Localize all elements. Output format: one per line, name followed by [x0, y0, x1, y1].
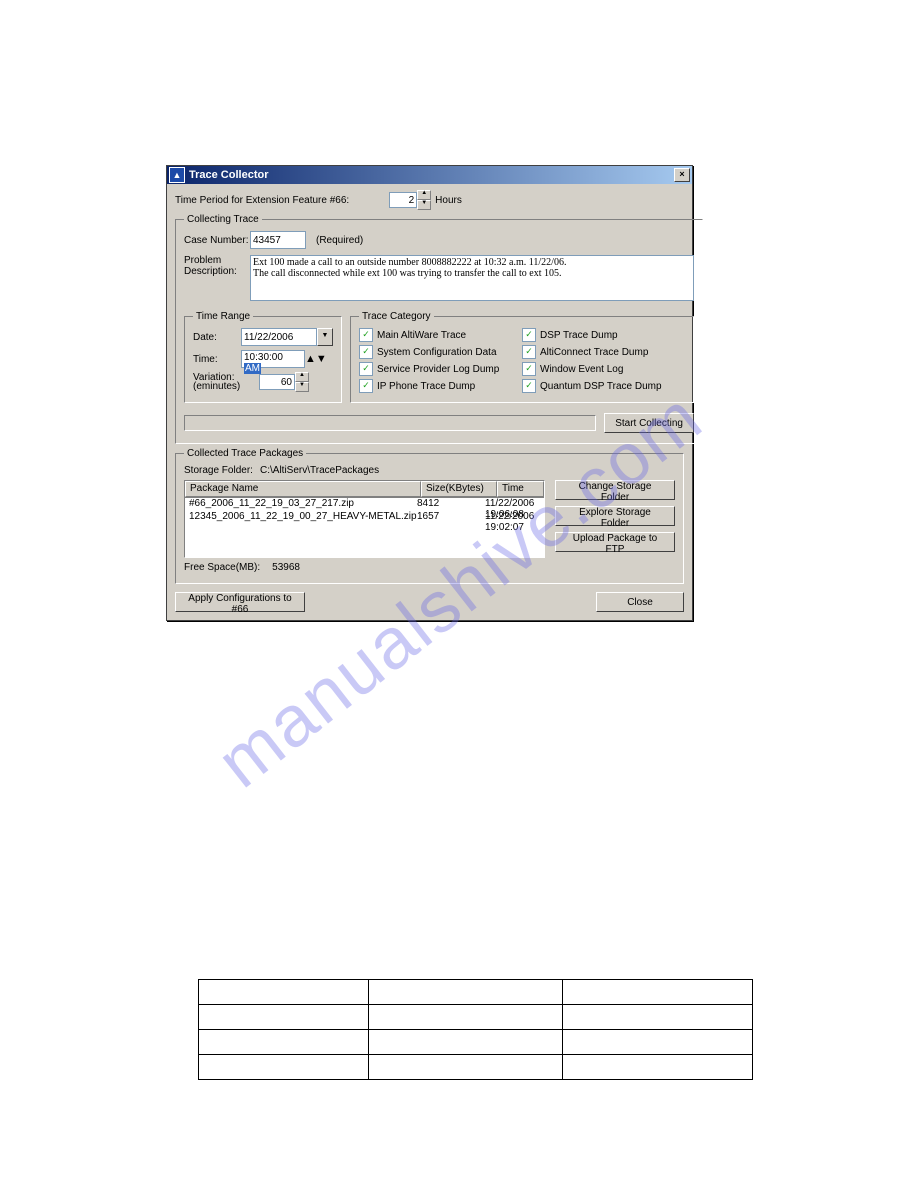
variation-label: Variation: (eminutes): [193, 373, 241, 391]
titlebar[interactable]: ▲ Trace Collector ×: [167, 166, 692, 184]
collecting-legend: Collecting Trace: [184, 214, 262, 225]
case-number-input[interactable]: [250, 231, 306, 249]
time-range-group: Time Range Date: ▼ Time: 10:30:00 AM▲▼ V…: [184, 311, 342, 403]
check-icon: ✓: [522, 345, 536, 359]
checkbox-window-event[interactable]: ✓Window Event Log: [522, 362, 685, 376]
trace-category-group: Trace Category ✓Main AltiWare Trace ✓Sys…: [350, 311, 694, 403]
col-size[interactable]: Size(KBytes): [421, 481, 497, 497]
dropdown-icon[interactable]: ▼: [317, 328, 333, 346]
storage-folder-label: Storage Folder:: [184, 465, 260, 476]
checkbox-ip-phone[interactable]: ✓IP Phone Trace Dump: [359, 379, 522, 393]
variation-input[interactable]: [259, 374, 295, 390]
app-icon: ▲: [169, 167, 185, 183]
start-collecting-button[interactable]: Start Collecting: [604, 413, 694, 433]
change-storage-button[interactable]: Change Storage Folder: [555, 480, 675, 500]
checkbox-quantum-dsp[interactable]: ✓Quantum DSP Trace Dump: [522, 379, 685, 393]
check-icon: ✓: [522, 362, 536, 376]
trace-category-legend: Trace Category: [359, 311, 434, 322]
check-icon: ✓: [359, 328, 373, 342]
close-icon[interactable]: ×: [674, 168, 690, 182]
table-header: Package Name Size(KBytes) Time: [185, 481, 544, 498]
date-input[interactable]: [241, 328, 317, 346]
storage-folder-value: C:\AltiServ\TracePackages: [260, 465, 379, 476]
trace-collector-dialog: ▲ Trace Collector × Time Period for Exte…: [166, 165, 693, 621]
time-spinner[interactable]: 10:30:00 AM▲▼: [241, 350, 327, 368]
problem-desc-input[interactable]: [250, 255, 694, 301]
table-row: [199, 1005, 753, 1030]
checkbox-dsp-trace[interactable]: ✓DSP Trace Dump: [522, 328, 685, 342]
col-package-name[interactable]: Package Name: [185, 481, 421, 497]
case-number-label: Case Number:: [184, 235, 250, 246]
time-period-label: Time Period for Extension Feature #66:: [175, 195, 349, 206]
document-table: [198, 979, 753, 1080]
date-label: Date:: [193, 332, 241, 343]
time-input[interactable]: 10:30:00 AM: [241, 350, 305, 368]
spin-up-icon[interactable]: ▲: [417, 190, 431, 200]
explore-storage-button[interactable]: Explore Storage Folder: [555, 506, 675, 526]
check-icon: ✓: [522, 328, 536, 342]
spin-up-icon[interactable]: ▲: [295, 372, 309, 382]
variation-spinner[interactable]: ▲▼: [259, 372, 309, 392]
col-time[interactable]: Time: [497, 481, 544, 497]
spin-down-icon[interactable]: ▼: [417, 200, 431, 210]
time-period-spinner[interactable]: ▲▼: [389, 190, 431, 210]
packages-table[interactable]: Package Name Size(KBytes) Time #66_2006_…: [184, 480, 545, 558]
spin-down-icon[interactable]: ▼: [316, 353, 327, 365]
close-button[interactable]: Close: [596, 592, 684, 612]
collected-packages-group: Collected Trace Packages Storage Folder:…: [175, 448, 684, 584]
free-space-label: Free Space(MB):: [184, 562, 260, 573]
progress-bar: [184, 415, 596, 431]
window-title: Trace Collector: [189, 169, 674, 181]
time-period-input[interactable]: [389, 192, 417, 208]
spin-up-icon[interactable]: ▲: [305, 353, 316, 365]
check-icon: ✓: [359, 362, 373, 376]
check-icon: ✓: [522, 379, 536, 393]
time-period-unit: Hours: [435, 195, 462, 206]
table-row: [199, 1055, 753, 1080]
table-row[interactable]: #66_2006_11_22_19_03_27_217.zip 8412 11/…: [185, 498, 544, 511]
packages-legend: Collected Trace Packages: [184, 448, 306, 459]
check-icon: ✓: [359, 379, 373, 393]
apply-config-button[interactable]: Apply Configurations to #66: [175, 592, 305, 612]
table-row: [199, 980, 753, 1005]
time-range-legend: Time Range: [193, 311, 253, 322]
table-row[interactable]: 12345_2006_11_22_19_00_27_HEAVY-METAL.zi…: [185, 511, 544, 524]
collecting-trace-group: Collecting Trace Case Number: (Required)…: [175, 214, 703, 444]
checkbox-alticonnect[interactable]: ✓AltiConnect Trace Dump: [522, 345, 685, 359]
check-icon: ✓: [359, 345, 373, 359]
problem-desc-label: Problem Description:: [184, 255, 250, 277]
upload-ftp-button[interactable]: Upload Package to FTP: [555, 532, 675, 552]
spin-down-icon[interactable]: ▼: [295, 382, 309, 392]
time-label: Time:: [193, 354, 241, 365]
checkbox-system-config[interactable]: ✓System Configuration Data: [359, 345, 522, 359]
checkbox-main-altiware[interactable]: ✓Main AltiWare Trace: [359, 328, 522, 342]
free-space-value: 53968: [272, 562, 300, 573]
case-required: (Required): [316, 235, 363, 246]
date-dropdown[interactable]: ▼: [241, 328, 333, 346]
checkbox-service-provider[interactable]: ✓Service Provider Log Dump: [359, 362, 522, 376]
table-row: [199, 1030, 753, 1055]
